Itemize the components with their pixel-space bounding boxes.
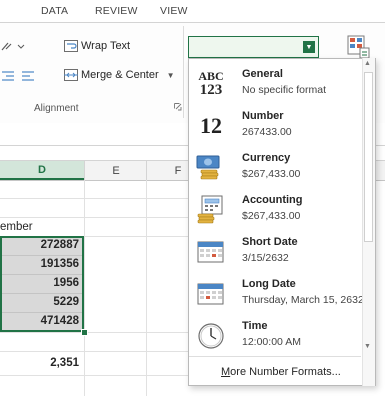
cell-value[interactable]: 5229 [0,296,79,308]
more-number-formats-link[interactable]: More Number Formats... [189,356,361,386]
format-option-example: 267433.00 [242,126,292,138]
cell-value[interactable]: 471428 [0,315,79,327]
gridline [0,375,188,376]
number-format-dropdown: ABC 123 General No specific format 12 Num… [188,58,376,386]
chevron-down-icon[interactable]: ▼ [167,71,175,80]
cell-value[interactable]: 191356 [0,258,79,270]
general-icon: ABC 123 [198,69,224,98]
alignment-group-label: Alignment [34,103,79,114]
tab-view[interactable]: VIEW [160,5,188,17]
format-option-long-date[interactable]: Long Date Thursday, March 15, 2632 [189,274,375,316]
cell-value[interactable]: 272887 [0,239,79,251]
cell-value[interactable]: 1956 [0,277,79,289]
gridline [2,274,82,275]
format-option-title: General [242,68,283,80]
wrap-text-label: Wrap Text [81,40,131,52]
more-number-formats-label: ore Number Formats... [230,365,341,378]
format-option-example: $267,433.00 [242,168,301,180]
chevron-down-icon[interactable]: ▼ [303,41,315,53]
indent-icon[interactable] [0,70,40,85]
format-option-title: Time [242,320,268,332]
format-option-example: No specific format [242,84,327,96]
format-option-accounting[interactable]: Accounting $267,433.00 [189,190,375,232]
format-option-title: Accounting [242,194,303,206]
format-option-title: Short Date [242,236,298,248]
accounting-icon [196,194,226,226]
merge-center-icon [64,69,78,81]
scroll-up-icon[interactable]: ▲ [364,60,371,67]
format-option-title: Currency [242,152,291,164]
gridline [2,255,82,256]
tab-review[interactable]: REVIEW [95,5,138,17]
gridline [0,332,188,333]
fill-handle[interactable] [81,329,88,336]
format-option-number[interactable]: 12 Number 267433.00 [189,106,375,148]
merge-center-label: Merge & Center [81,69,159,81]
format-option-time[interactable]: Time 12:00:00 AM [189,316,375,358]
clock-icon [196,320,226,352]
ribbon-tab-bar: DATA REVIEW VIEW [0,0,385,22]
short-date-icon [196,236,226,268]
more-accelerator-key: M [221,365,231,378]
format-option-currency[interactable]: Currency $267,433.00 [189,148,375,190]
gridline [0,351,188,352]
gridline [0,217,188,218]
month-header-cell[interactable]: ember [0,221,33,233]
format-option-short-date[interactable]: Short Date 3/15/2632 [189,232,375,274]
format-option-example: Thursday, March 15, 2632 [242,294,364,306]
gridline [2,293,82,294]
gridline [84,180,85,396]
format-option-title: Number [242,110,284,122]
scrollbar-thumb[interactable] [364,72,373,242]
format-option-example: 3/15/2632 [242,252,289,264]
long-date-icon [196,278,226,310]
ribbon-separator [183,26,184,118]
scroll-down-icon[interactable]: ▼ [364,343,371,350]
total-cell[interactable]: 2,351 [0,357,79,369]
format-option-title: Long Date [242,278,296,290]
number-format-select[interactable]: ▼ [188,36,319,58]
orientation-icon[interactable] [0,40,28,55]
wrap-text-button[interactable]: Wrap Text [64,40,130,52]
format-option-general[interactable]: ABC 123 General No specific format [189,64,375,106]
format-option-example: 12:00:00 AM [242,336,301,348]
gridline [146,180,147,396]
gridline [2,312,82,313]
dialog-launcher-icon[interactable] [174,103,182,111]
gridline [0,198,188,199]
number-icon: 12 [200,113,222,138]
merge-center-button[interactable]: Merge & Center ▼ [64,69,175,81]
currency-icon [196,152,226,184]
format-option-example: $267,433.00 [242,210,301,222]
tab-data[interactable]: DATA [41,5,68,17]
column-header-e[interactable]: E [84,161,147,180]
column-header-d[interactable]: D [0,161,84,180]
wrap-text-icon [64,40,78,52]
